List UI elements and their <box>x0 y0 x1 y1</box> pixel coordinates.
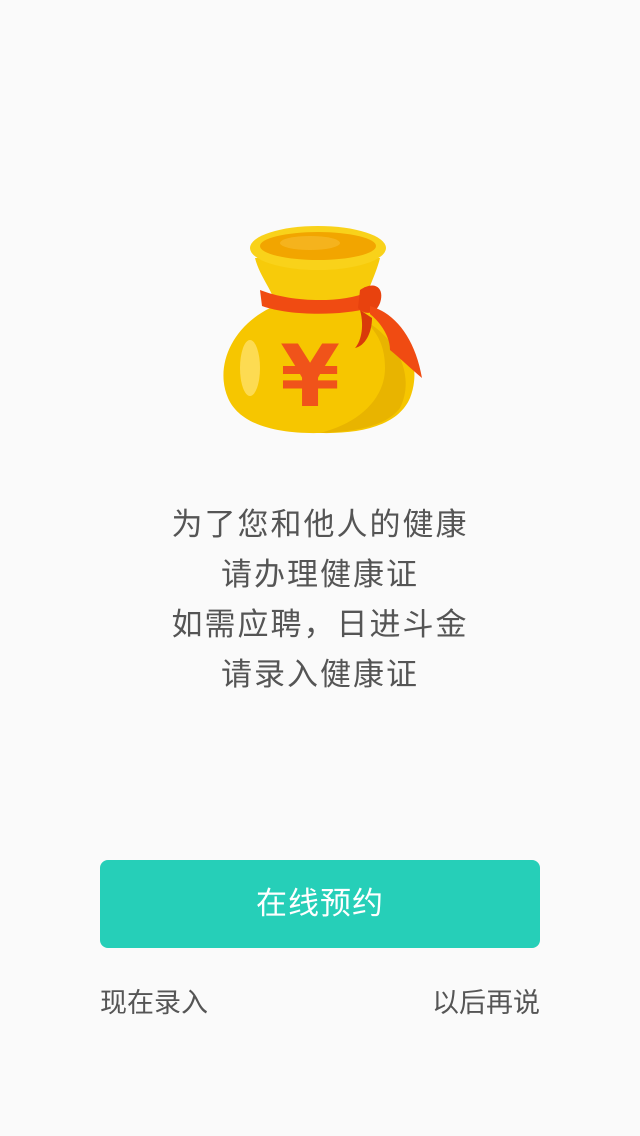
health-message: 为了您和他人的健康 请办理健康证 如需应聘，日进斗金 请录入健康证 <box>0 500 640 700</box>
yen-symbol: ¥ <box>280 327 340 427</box>
message-line-2: 请办理健康证 <box>221 557 419 593</box>
enter-now-link[interactable]: 现在录入 <box>100 984 208 1024</box>
message-line-1: 为了您和他人的健康 <box>171 507 469 543</box>
online-booking-button[interactable]: 在线预约 <box>100 860 540 948</box>
message-line-4: 请录入健康证 <box>221 657 419 693</box>
later-link[interactable]: 以后再说 <box>432 984 540 1024</box>
money-bag-icon: ¥ <box>210 218 430 442</box>
message-line-3: 如需应聘，日进斗金 <box>171 607 469 643</box>
